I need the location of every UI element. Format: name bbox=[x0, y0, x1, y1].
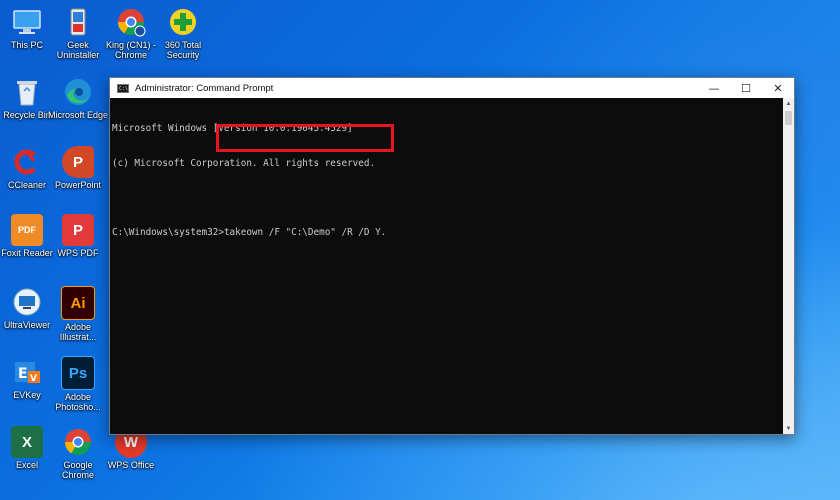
cmd-icon: C:\ bbox=[117, 83, 129, 93]
console-command-line: C:\Windows\system32>takeown /F "C:\Demo"… bbox=[112, 226, 387, 238]
console-line: Microsoft Windows [Version 10.0.19045.45… bbox=[112, 123, 353, 134]
geek-uninstaller-icon bbox=[62, 6, 94, 38]
recycle-bin-icon bbox=[11, 76, 43, 108]
desktop-icon-illustrator[interactable]: Ai Adobe Illustrat... bbox=[47, 286, 109, 342]
scroll-down-arrow-icon[interactable]: ▼ bbox=[783, 423, 794, 434]
monitor-icon bbox=[11, 6, 43, 38]
scroll-thumb[interactable] bbox=[785, 111, 792, 125]
window-controls: — ☐ ✕ bbox=[698, 78, 794, 98]
foxit-icon: PDF bbox=[11, 214, 43, 246]
desktop-icon-360-security[interactable]: 360 Total Security bbox=[152, 6, 214, 60]
ccleaner-icon bbox=[11, 146, 43, 178]
console-output[interactable]: Microsoft Windows [Version 10.0.19045.45… bbox=[112, 100, 782, 432]
scroll-up-arrow-icon[interactable]: ▲ bbox=[783, 98, 794, 109]
desktop-icon-powerpoint[interactable]: P PowerPoint bbox=[47, 146, 109, 190]
maximize-button[interactable]: ☐ bbox=[730, 78, 762, 98]
photoshop-icon: Ps bbox=[61, 356, 95, 390]
desktop-icon-wps-pdf[interactable]: P WPS PDF bbox=[47, 214, 109, 258]
svg-text:E: E bbox=[18, 366, 28, 382]
desktop-icon-label: 360 Total Security bbox=[164, 40, 202, 60]
chrome-icon bbox=[115, 6, 147, 38]
svg-text:V: V bbox=[30, 374, 37, 384]
desktop-icon-label: Microsoft Edge bbox=[47, 110, 109, 120]
desktop-icon-label: Adobe Illustrat... bbox=[59, 322, 97, 342]
evkey-icon: EV bbox=[11, 356, 43, 388]
minimize-button[interactable]: — bbox=[698, 78, 730, 98]
360-security-icon bbox=[167, 6, 199, 38]
vertical-scrollbar[interactable]: ▲ ▼ bbox=[783, 98, 794, 434]
command-highlight-box bbox=[216, 124, 394, 152]
desktop-icon-photoshop[interactable]: Ps Adobe Photosho... bbox=[47, 356, 109, 412]
desktop-icon-label: Adobe Photosho... bbox=[55, 392, 101, 412]
chrome-icon bbox=[62, 426, 94, 458]
illustrator-icon: Ai bbox=[61, 286, 95, 320]
ultraviewer-icon bbox=[11, 286, 43, 318]
desktop-icon-label: PowerPoint bbox=[54, 180, 102, 190]
window-title: Administrator: Command Prompt bbox=[135, 82, 274, 94]
command-prompt-window[interactable]: C:\ Administrator: Command Prompt — ☐ ✕ … bbox=[109, 77, 795, 435]
edge-icon bbox=[62, 76, 94, 108]
desktop-icon-edge[interactable]: Microsoft Edge bbox=[47, 76, 109, 120]
excel-icon: X bbox=[11, 426, 43, 458]
desktop-icon-label: WPS PDF bbox=[57, 248, 99, 258]
close-button[interactable]: ✕ bbox=[762, 78, 794, 98]
title-bar[interactable]: C:\ Administrator: Command Prompt — ☐ ✕ bbox=[110, 78, 794, 98]
wps-pdf-icon: P bbox=[62, 214, 94, 246]
console-line: (c) Microsoft Corporation. All rights re… bbox=[112, 157, 376, 169]
desktop-icon-label: WPS Office bbox=[107, 460, 155, 470]
powerpoint-icon: P bbox=[62, 146, 94, 178]
